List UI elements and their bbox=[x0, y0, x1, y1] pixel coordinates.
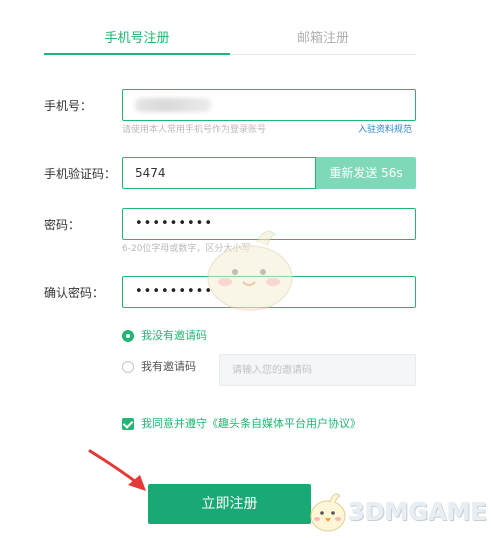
have-invite-code-label: 我有邀请码 bbox=[141, 360, 196, 373]
no-invite-code-label: 我没有邀请码 bbox=[141, 329, 207, 342]
agreement-checkbox[interactable] bbox=[122, 418, 134, 430]
register-submit-button[interactable]: 立即注册 bbox=[148, 484, 311, 524]
invite-code-input[interactable] bbox=[220, 355, 415, 385]
resend-code-button[interactable]: 重新发送 56s bbox=[316, 157, 416, 189]
chick-mascot-icon bbox=[310, 493, 346, 532]
phone-number-blurred bbox=[135, 98, 211, 112]
code-field[interactable] bbox=[122, 157, 316, 189]
radio-no-invite-code[interactable] bbox=[122, 330, 134, 342]
invite-code-field[interactable] bbox=[219, 354, 416, 386]
confirm-password-label: 确认密码： bbox=[44, 286, 105, 300]
radio-have-invite-code[interactable] bbox=[122, 361, 134, 373]
mascot-watermark-icon bbox=[207, 230, 293, 311]
tab-divider bbox=[230, 54, 416, 55]
password-label: 密码： bbox=[44, 218, 81, 232]
register-tabs: 手机号注册 邮箱注册 bbox=[44, 22, 416, 56]
code-label: 手机验证码： bbox=[44, 167, 117, 181]
watermark-text: 3DMGAME bbox=[348, 498, 488, 526]
tab-email-register[interactable]: 邮箱注册 bbox=[230, 22, 416, 56]
active-tab-indicator bbox=[44, 53, 230, 55]
phone-label: 手机号： bbox=[44, 99, 93, 113]
tab-phone-register[interactable]: 手机号注册 bbox=[44, 22, 230, 56]
settlement-guidelines-link[interactable]: 入驻资料规范 bbox=[358, 124, 412, 136]
site-watermark: 3DMGAME bbox=[302, 486, 487, 536]
red-arrow-icon bbox=[88, 449, 146, 491]
phone-hint: 请使用本人常用手机号作为登录账号 bbox=[122, 125, 267, 135]
agreement-text[interactable]: 我同意并遵守《趣头条自媒体平台用户协议》 bbox=[141, 417, 361, 431]
code-input[interactable] bbox=[123, 158, 315, 188]
